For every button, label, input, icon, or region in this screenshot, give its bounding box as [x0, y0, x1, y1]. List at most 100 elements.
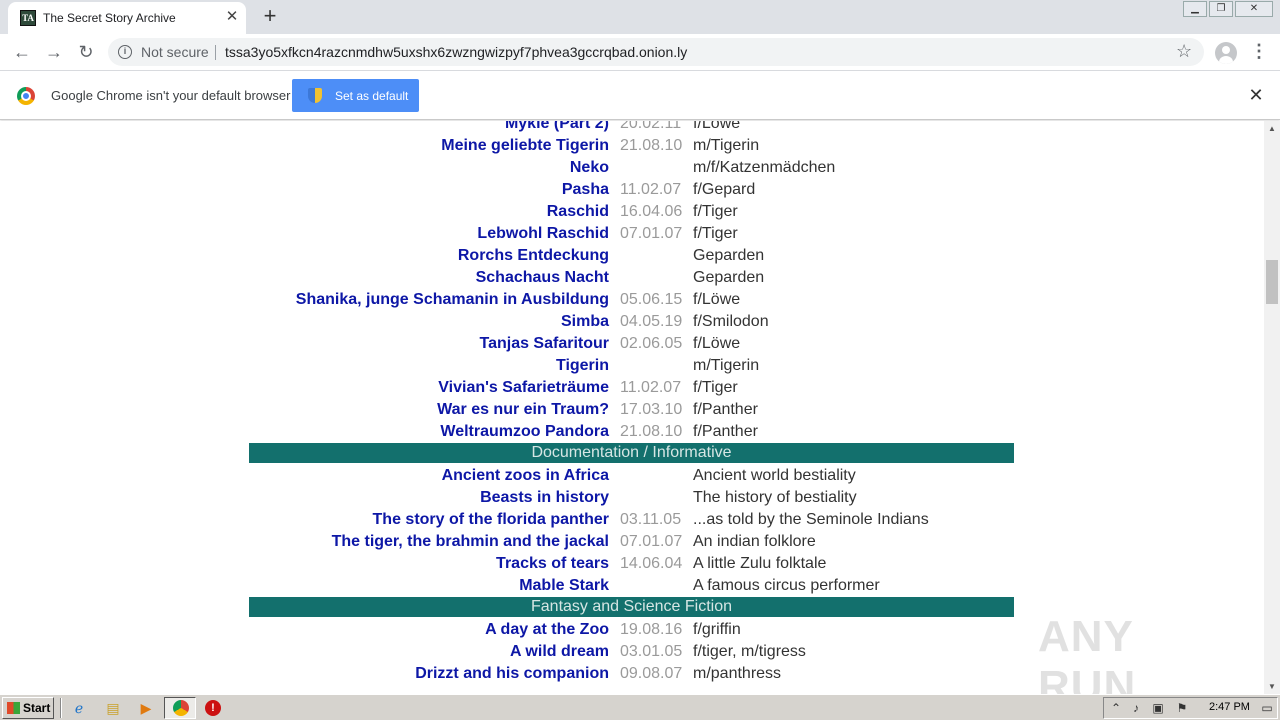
story-title-link[interactable]: Mable Stark	[519, 577, 609, 595]
story-row: The tiger, the brahmin and the jackal 07.…	[249, 530, 1014, 552]
story-title-link[interactable]: Shanika, junge Schamanin in Ausbildung	[296, 291, 609, 309]
story-date: 19.08.16	[620, 621, 683, 638]
story-description: f/Panther	[693, 423, 758, 440]
browser-tab-strip: TA The Secret Story Archive ✕ + ▁ ❐ ✕	[0, 0, 1280, 34]
story-date: 21.08.10	[620, 423, 683, 440]
chrome-icon	[173, 700, 189, 716]
tray-expand-icon[interactable]: ⌃	[1108, 700, 1124, 716]
story-row: A wild dream 03.01.05 f/tiger, m/tigress	[249, 640, 1014, 662]
story-title-link[interactable]: Ancient zoos in Africa	[442, 467, 609, 485]
story-title-link[interactable]: Weltraumzoo Pandora	[440, 423, 609, 441]
story-row: Tigerin m/Tigerin	[249, 354, 1014, 376]
scrollbar-thumb[interactable]	[1266, 260, 1278, 304]
story-title-link[interactable]: Simba	[561, 313, 609, 331]
page-scrollbar[interactable]: ▲ ▼	[1264, 121, 1280, 694]
taskbar-clock[interactable]: 2:47 PM	[1209, 701, 1250, 713]
set-as-default-label: Set as default	[335, 89, 409, 103]
story-row: Beasts in history The history of bestiali…	[249, 486, 1014, 508]
action-center-flag-icon[interactable]: ⚑	[1174, 700, 1190, 716]
story-title-link[interactable]: Tigerin	[556, 357, 609, 375]
story-row: Vivian's Safarieträume 11.02.07 f/Tiger	[249, 376, 1014, 398]
story-row: War es nur ein Traum? 17.03.10 f/Panther	[249, 398, 1014, 420]
url-text[interactable]: tssa3yo5xfkcn4razcnmdhw5uxshx6zwzngwizpy…	[225, 44, 687, 60]
tab-title: The Secret Story Archive	[43, 11, 176, 25]
story-title-link[interactable]: The tiger, the brahmin and the jackal	[332, 533, 609, 551]
story-title-link[interactable]: A wild dream	[510, 643, 609, 661]
story-date: 09.08.07	[620, 665, 683, 682]
minimize-window-icon[interactable]: ▁	[1183, 1, 1207, 17]
story-date: 04.05.19	[620, 313, 683, 330]
story-description: Geparden	[693, 269, 765, 286]
close-window-icon[interactable]: ✕	[1235, 1, 1273, 17]
story-row: A day at the Zoo 19.08.16 f/griffin	[249, 618, 1014, 640]
show-desktop-icon[interactable]: ▭	[1259, 700, 1275, 716]
story-row: Pasha 11.02.07 f/Gepard	[249, 178, 1014, 200]
story-description: Geparden	[693, 247, 765, 264]
story-description: f/Löwe	[693, 335, 741, 352]
story-description: The history of bestiality	[693, 489, 857, 506]
bookmark-star-icon[interactable]: ☆	[1176, 41, 1192, 62]
story-title-link[interactable]: Beasts in history	[480, 489, 609, 507]
default-browser-infobar: Google Chrome isn't your default browser…	[0, 71, 1280, 120]
story-title-link[interactable]: Vivian's Safarieträume	[438, 379, 609, 397]
stop-app-icon[interactable]: !	[205, 700, 221, 716]
back-arrow-icon[interactable]: ←	[10, 41, 34, 65]
story-description: f/Löwe	[693, 121, 741, 132]
reload-icon[interactable]: ↻	[74, 41, 98, 65]
network-icon[interactable]: ▣	[1150, 700, 1166, 716]
section-header: Documentation / Informative	[249, 443, 1014, 463]
story-title-link[interactable]: The story of the florida panther	[373, 511, 609, 529]
scroll-down-arrow-icon[interactable]: ▼	[1264, 679, 1280, 694]
profile-avatar-icon[interactable]	[1215, 42, 1237, 64]
story-title-link[interactable]: A day at the Zoo	[485, 621, 609, 639]
story-date: 16.04.06	[620, 203, 683, 220]
story-title-link[interactable]: War es nur ein Traum?	[437, 401, 609, 419]
story-title-link[interactable]: Tanjas Safaritour	[479, 335, 609, 353]
story-description: m/Tigerin	[693, 137, 760, 154]
address-bar[interactable]: i Not secure tssa3yo5xfkcn4razcnmdhw5uxs…	[108, 38, 1204, 66]
story-title-link[interactable]: Neko	[570, 159, 609, 177]
tab-close-icon[interactable]: ✕	[224, 9, 240, 25]
forward-arrow-icon[interactable]: →	[42, 41, 66, 65]
security-status-label[interactable]: Not secure	[141, 44, 209, 60]
story-title-link[interactable]: Schachaus Nacht	[476, 269, 609, 287]
kebab-menu-icon[interactable]: ⋮	[1250, 40, 1268, 64]
scroll-up-arrow-icon[interactable]: ▲	[1264, 121, 1280, 136]
set-as-default-button[interactable]: Set as default	[292, 79, 419, 112]
internet-explorer-icon[interactable]: ℯ	[70, 699, 88, 717]
story-title-link[interactable]: Drizzt and his companion	[415, 665, 609, 683]
anyrun-watermark: ANY RUN	[1038, 612, 1137, 711]
chrome-taskbar-button[interactable]	[164, 697, 196, 719]
media-player-icon[interactable]: ▶	[137, 699, 155, 717]
omnibox-divider	[215, 45, 216, 60]
story-title-link[interactable]: Rorchs Entdeckung	[458, 247, 609, 265]
story-title-link[interactable]: Meine geliebte Tigerin	[441, 137, 609, 155]
story-description: f/Smilodon	[693, 313, 769, 330]
story-date: 03.11.05	[620, 511, 682, 528]
volume-icon[interactable]: ♪	[1128, 700, 1144, 716]
infobar-close-icon[interactable]: ✕	[1246, 85, 1266, 105]
story-title-link[interactable]: Tracks of tears	[496, 555, 609, 573]
story-date: 05.06.15	[620, 291, 683, 308]
story-title-link[interactable]: Raschid	[547, 203, 609, 221]
story-description: f/Tiger	[693, 203, 738, 220]
story-description: Ancient world bestiality	[693, 467, 856, 484]
story-title-link[interactable]: Mykie (Part 2)	[505, 121, 609, 133]
story-description: m/Tigerin	[693, 357, 760, 374]
windows-flag-icon	[7, 702, 20, 714]
story-title-link[interactable]: Pasha	[562, 181, 609, 199]
story-row: Shanika, junge Schamanin in Ausbildung 05…	[249, 288, 1014, 310]
story-description: f/Gepard	[693, 181, 756, 198]
story-description: f/tiger, m/tigress	[693, 643, 806, 660]
info-icon[interactable]: i	[118, 45, 132, 59]
browser-tab[interactable]: TA The Secret Story Archive ✕	[8, 2, 246, 34]
story-date: 11.02.07	[620, 181, 682, 198]
story-title-link[interactable]: Lebwohl Raschid	[477, 225, 609, 243]
new-tab-button[interactable]: +	[258, 5, 282, 29]
story-row: Mable Stark A famous circus performer	[249, 574, 1014, 596]
start-button[interactable]: Start	[2, 697, 54, 719]
story-row: Simba 04.05.19 f/Smilodon	[249, 310, 1014, 332]
file-explorer-icon[interactable]: ▤	[104, 699, 122, 717]
restore-window-icon[interactable]: ❐	[1209, 1, 1233, 17]
story-description: ...as told by the Seminole Indians	[693, 511, 929, 528]
